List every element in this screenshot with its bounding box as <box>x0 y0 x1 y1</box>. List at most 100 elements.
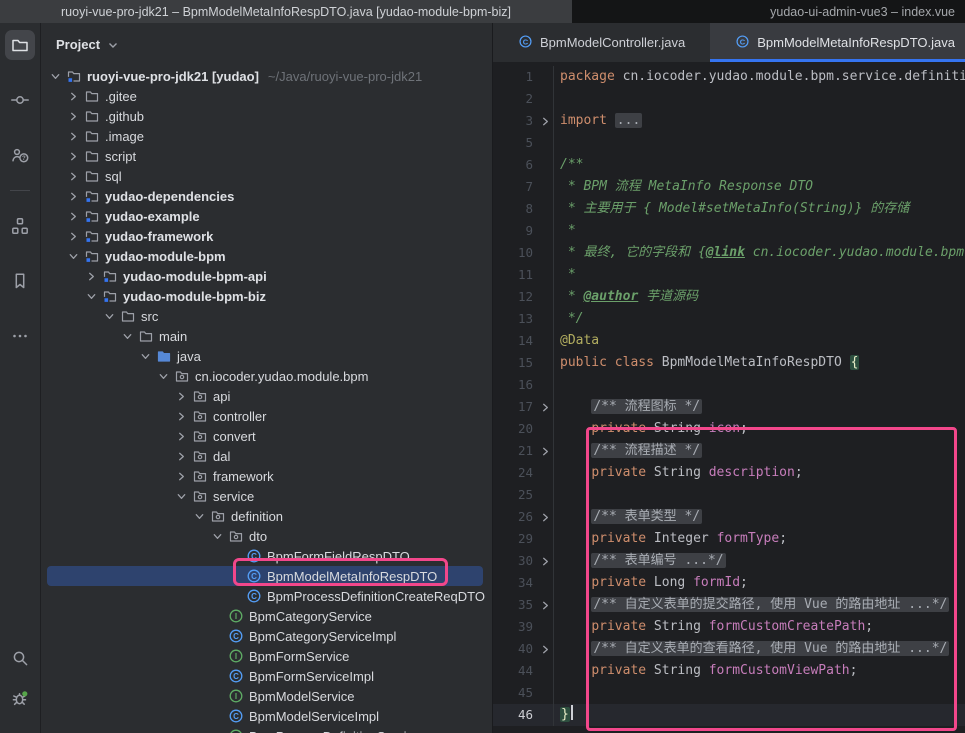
fold-arrow-icon[interactable] <box>537 110 553 132</box>
chevron-collapsed-icon[interactable] <box>172 468 191 484</box>
chevron-collapsed-icon[interactable] <box>64 168 83 184</box>
code-line[interactable]: 26 /** 表单类型 */ <box>493 506 965 528</box>
tree-item[interactable]: controller <box>41 406 492 426</box>
tree-item[interactable]: IBpmProcessDefinitionService <box>41 726 492 733</box>
chevron-expanded-icon[interactable] <box>172 488 191 504</box>
tree-item[interactable]: .image <box>41 126 492 146</box>
line-number[interactable]: 15 <box>493 352 537 374</box>
line-number[interactable]: 24 <box>493 462 537 484</box>
line-number[interactable]: 11 <box>493 264 537 286</box>
tree-item[interactable]: CBpmCategoryServiceImpl <box>41 626 492 646</box>
structure-icon[interactable] <box>5 211 35 241</box>
bookmarks-icon[interactable] <box>5 266 35 296</box>
line-number[interactable]: 9 <box>493 220 537 242</box>
tree-item[interactable]: .gitee <box>41 86 492 106</box>
fold-arrow-icon[interactable] <box>537 638 553 660</box>
fold-arrow-icon[interactable] <box>537 506 553 528</box>
code-line[interactable]: 40 /** 自定义表单的查看路径, 使用 Vue 的路由地址 ...*/ <box>493 638 965 660</box>
fold-arrow-icon[interactable] <box>537 550 553 572</box>
fold-arrow-icon[interactable] <box>537 396 553 418</box>
code-line[interactable]: 6/** <box>493 154 965 176</box>
project-folder-icon[interactable] <box>5 30 35 60</box>
code-review-icon[interactable]: ? <box>5 140 35 170</box>
code-line[interactable]: 15public class BpmModelMetaInfoRespDTO { <box>493 352 965 374</box>
tree-item[interactable]: service <box>41 486 492 506</box>
tree-item[interactable]: cn.iocoder.yudao.module.bpm <box>41 366 492 386</box>
line-number[interactable]: 20 <box>493 418 537 440</box>
chevron-collapsed-icon[interactable] <box>64 108 83 124</box>
line-number[interactable]: 17 <box>493 396 537 418</box>
code-line[interactable]: 29 private Integer formType; <box>493 528 965 550</box>
line-number[interactable]: 3 <box>493 110 537 132</box>
chevron-collapsed-icon[interactable] <box>172 408 191 424</box>
tree-item[interactable]: .github <box>41 106 492 126</box>
more-icon[interactable] <box>5 321 35 351</box>
line-number[interactable]: 2 <box>493 88 537 110</box>
tree-item[interactable]: IBpmFormService <box>41 646 492 666</box>
chevron-collapsed-icon[interactable] <box>64 228 83 244</box>
line-number[interactable]: 21 <box>493 440 537 462</box>
code-line[interactable]: 24 private String description; <box>493 462 965 484</box>
tree-item[interactable]: CBpmProcessDefinitionCreateReqDTO <box>41 586 492 606</box>
chevron-collapsed-icon[interactable] <box>172 388 191 404</box>
chevron-expanded-icon[interactable] <box>82 288 101 304</box>
commit-icon[interactable] <box>5 85 35 115</box>
chevron-expanded-icon[interactable] <box>190 508 209 524</box>
code-line[interactable]: 3import ... <box>493 110 965 132</box>
line-number[interactable]: 14 <box>493 330 537 352</box>
tree-item[interactable]: IBpmModelService <box>41 686 492 706</box>
line-number[interactable]: 26 <box>493 506 537 528</box>
tab-bpmmodelmetainforespdto-java[interactable]: C BpmModelMetaInfoRespDTO.java <box>710 23 965 62</box>
chevron-expanded-icon[interactable] <box>154 368 173 384</box>
line-number[interactable]: 10 <box>493 242 537 264</box>
tree-item[interactable]: IBpmCategoryService <box>41 606 492 626</box>
line-number[interactable]: 30 <box>493 550 537 572</box>
code-line[interactable]: 25 <box>493 484 965 506</box>
chevron-collapsed-icon[interactable] <box>172 428 191 444</box>
line-number[interactable]: 8 <box>493 198 537 220</box>
code-line[interactable]: 14@Data <box>493 330 965 352</box>
code-line[interactable]: 9 * <box>493 220 965 242</box>
chevron-collapsed-icon[interactable] <box>64 188 83 204</box>
tree-item[interactable]: CBpmFormServiceImpl <box>41 666 492 686</box>
code-line[interactable]: 39 private String formCustomCreatePath; <box>493 616 965 638</box>
tree-item-selected[interactable]: CBpmModelMetaInfoRespDTO <box>41 566 492 586</box>
line-number[interactable]: 44 <box>493 660 537 682</box>
tree-item[interactable]: yudao-module-bpm-biz <box>41 286 492 306</box>
line-number[interactable]: 7 <box>493 176 537 198</box>
chevron-collapsed-icon[interactable] <box>172 448 191 464</box>
line-number[interactable]: 35 <box>493 594 537 616</box>
tree-item[interactable]: java <box>41 346 492 366</box>
code-line[interactable]: 34 private Long formId; <box>493 572 965 594</box>
line-number[interactable]: 25 <box>493 484 537 506</box>
chevron-expanded-icon[interactable] <box>46 68 65 84</box>
line-number[interactable]: 16 <box>493 374 537 396</box>
code-line[interactable]: 16 <box>493 374 965 396</box>
tree-item[interactable]: yudao-module-bpm <box>41 246 492 266</box>
tree-item[interactable]: yudao-module-bpm-api <box>41 266 492 286</box>
code-line[interactable]: 1package cn.iocoder.yudao.module.bpm.ser… <box>493 66 965 88</box>
tree-item[interactable]: src <box>41 306 492 326</box>
line-number[interactable]: 29 <box>493 528 537 550</box>
line-number[interactable]: 40 <box>493 638 537 660</box>
fold-arrow-icon[interactable] <box>537 440 553 462</box>
chevron-expanded-icon[interactable] <box>100 308 119 324</box>
tree-item[interactable]: main <box>41 326 492 346</box>
code-line[interactable]: 17 /** 流程图标 */ <box>493 396 965 418</box>
code-line[interactable]: 7 * BPM 流程 MetaInfo Response DTO <box>493 176 965 198</box>
tree-item[interactable]: CBpmModelServiceImpl <box>41 706 492 726</box>
chevron-down-icon[interactable] <box>107 39 119 51</box>
tree-item[interactable]: yudao-dependencies <box>41 186 492 206</box>
chevron-collapsed-icon[interactable] <box>82 268 101 284</box>
chevron-expanded-icon[interactable] <box>118 328 137 344</box>
code-line[interactable]: 46} <box>493 704 965 726</box>
code-line[interactable]: 35 /** 自定义表单的提交路径, 使用 Vue 的路由地址 ...*/ <box>493 594 965 616</box>
code-line[interactable]: 13 */ <box>493 308 965 330</box>
tree-item[interactable]: framework <box>41 466 492 486</box>
line-number[interactable]: 5 <box>493 132 537 154</box>
code-line[interactable]: 45 <box>493 682 965 704</box>
line-number[interactable]: 39 <box>493 616 537 638</box>
code-line[interactable]: 11 * <box>493 264 965 286</box>
tree-item[interactable]: convert <box>41 426 492 446</box>
code-line[interactable]: 5 <box>493 132 965 154</box>
